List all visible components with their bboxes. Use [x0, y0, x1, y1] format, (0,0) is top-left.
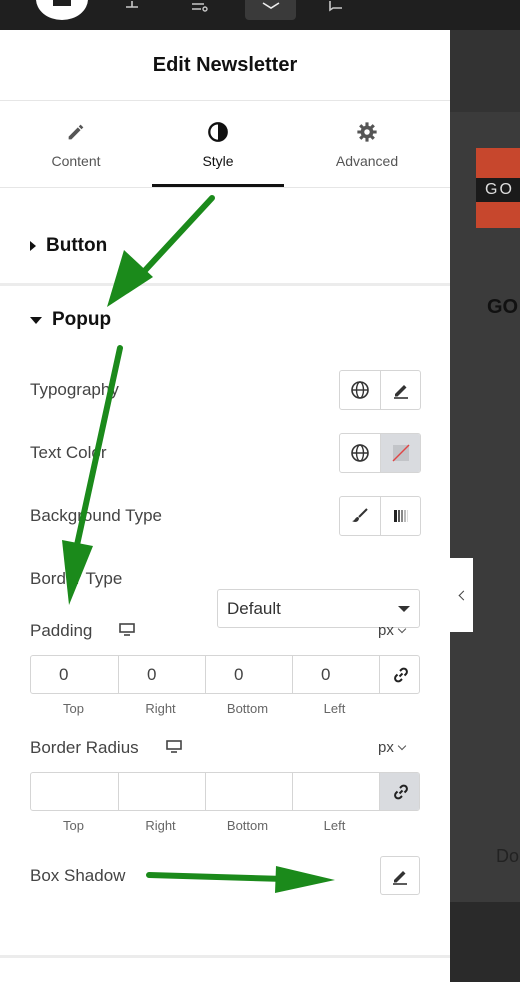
- radius-side-labels: Top Right Bottom Left: [30, 818, 378, 833]
- section-divider: [0, 283, 450, 286]
- side-label-left: Left: [323, 818, 346, 833]
- section-popup-toggle[interactable]: Popup: [30, 309, 111, 331]
- pencil-icon: [68, 124, 84, 140]
- caret-down-icon: [30, 316, 42, 324]
- side-label-left: Left: [323, 701, 346, 716]
- padding-bottom-input[interactable]: 0: [205, 656, 292, 693]
- padding-side-labels: Top Right Bottom Left: [30, 701, 378, 716]
- tab-style[interactable]: Style: [152, 102, 284, 188]
- chevron-down-icon: [397, 741, 407, 750]
- layers-button[interactable]: [245, 0, 296, 20]
- preview-header: [450, 30, 520, 112]
- background-type-label: Background Type: [30, 506, 162, 525]
- border-radius-label: Border Radius: [30, 738, 139, 757]
- add-icon[interactable]: [122, 0, 142, 14]
- global-color-button[interactable]: [340, 434, 380, 472]
- caret-right-icon: [30, 241, 36, 251]
- radius-top-input[interactable]: [31, 773, 118, 810]
- radius-right-input[interactable]: [118, 773, 205, 810]
- tab-advanced-label: Advanced: [335, 153, 399, 169]
- background-classic-button[interactable]: [340, 497, 380, 535]
- chevron-left-icon: [458, 590, 468, 600]
- box-shadow-edit-button[interactable]: [380, 856, 420, 895]
- contrast-icon: [208, 122, 228, 142]
- panel-title: Edit Newsletter: [0, 30, 450, 101]
- side-label-bottom: Bottom: [226, 818, 269, 833]
- padding-label: Padding: [30, 621, 93, 640]
- side-label-top: Top: [63, 701, 84, 716]
- border-radius-inputs: [30, 772, 420, 811]
- section-popup-label: Popup: [52, 309, 112, 330]
- radius-link-button[interactable]: [379, 773, 419, 810]
- box-shadow-label: Box Shadow: [30, 866, 126, 885]
- pencil-icon: [393, 870, 407, 885]
- page-preview: GO GO Do: [450, 30, 520, 982]
- tab-advanced[interactable]: Advanced: [322, 102, 412, 188]
- pencil-icon: [393, 385, 408, 399]
- side-label-top: Top: [63, 818, 84, 833]
- chevron-down-icon: [398, 605, 410, 612]
- tab-content[interactable]: Content: [40, 102, 112, 188]
- tab-content-label: Content: [51, 153, 101, 169]
- panel-tabs: Content Style Advanced: [0, 102, 450, 188]
- link-icon: [393, 784, 408, 799]
- border-radius-unit-value: px: [378, 739, 394, 756]
- desktop-device-icon[interactable]: [119, 623, 135, 636]
- section-button-toggle[interactable]: Button: [30, 235, 107, 257]
- editor-panel: Edit Newsletter Content Style Advanced B…: [0, 30, 450, 982]
- padding-unit-select[interactable]: px: [378, 622, 407, 639]
- padding-link-button[interactable]: [379, 656, 419, 693]
- border-type-value: Default: [227, 598, 281, 618]
- padding-left-input[interactable]: 0: [292, 656, 379, 693]
- padding-right-input[interactable]: 0: [118, 656, 205, 693]
- desktop-device-icon[interactable]: [166, 740, 182, 753]
- side-label-right: Right: [145, 818, 176, 833]
- background-gradient-button[interactable]: [380, 497, 420, 535]
- text-color-label: Text Color: [30, 443, 107, 462]
- tab-style-label: Style: [202, 153, 234, 169]
- padding-unit-value: px: [378, 622, 394, 639]
- preview-footer: [450, 902, 520, 982]
- edit-typography-button[interactable]: [380, 371, 420, 409]
- border-radius-unit-select[interactable]: px: [378, 739, 407, 756]
- preview-heading: GO: [487, 296, 519, 318]
- border-type-label: Border Type: [30, 569, 123, 588]
- color-picker-swatch[interactable]: [380, 434, 420, 472]
- section-divider: [0, 955, 450, 958]
- globe-icon: [351, 444, 369, 462]
- typography-controls: [339, 370, 421, 410]
- section-button-label: Button: [46, 235, 108, 256]
- link-icon: [393, 667, 408, 682]
- collapse-panel-button[interactable]: [450, 558, 473, 632]
- editor-topbar: [0, 0, 520, 30]
- padding-inputs: 0 0 0 0: [30, 655, 420, 694]
- side-label-right: Right: [145, 701, 176, 716]
- globe-icon: [351, 381, 369, 399]
- global-typography-button[interactable]: [340, 371, 380, 409]
- gradient-icon: [393, 510, 408, 522]
- side-label-bottom: Bottom: [226, 701, 269, 716]
- chevron-down-icon: [397, 624, 407, 633]
- settings-sliders-icon[interactable]: [190, 0, 210, 14]
- text-color-controls: [339, 433, 421, 473]
- padding-top-input[interactable]: 0: [31, 656, 118, 693]
- preview-body-text: Do: [496, 846, 520, 866]
- comments-icon[interactable]: [326, 0, 346, 14]
- typography-label: Typography: [30, 380, 119, 399]
- radius-bottom-input[interactable]: [205, 773, 292, 810]
- active-tab-indicator: [152, 184, 284, 187]
- radius-left-input[interactable]: [292, 773, 379, 810]
- preview-logo-text: GO: [476, 178, 520, 202]
- elementor-logo[interactable]: [36, 0, 88, 20]
- brush-icon: [352, 508, 368, 522]
- no-color-swatch-icon: [392, 444, 409, 462]
- gear-icon: [357, 122, 377, 142]
- background-type-controls: [339, 496, 421, 536]
